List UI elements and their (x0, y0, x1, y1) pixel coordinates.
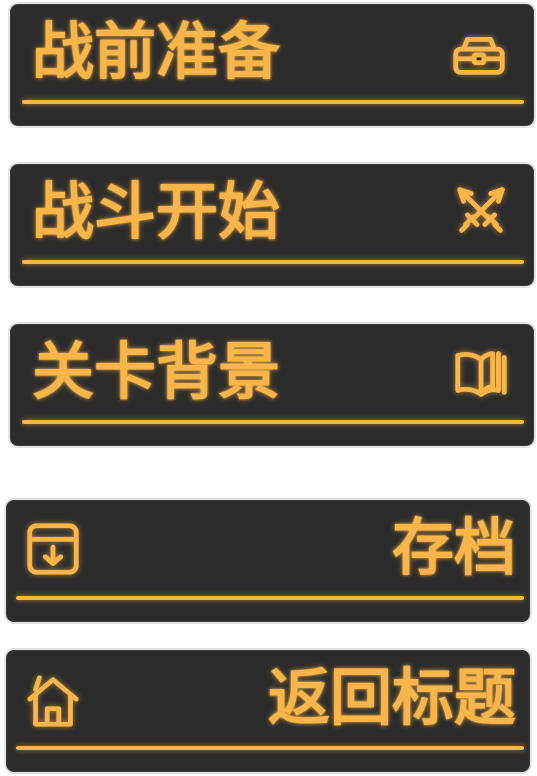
level-background-underline (22, 420, 524, 424)
battle-prep-underline (22, 100, 524, 104)
save-underline (16, 596, 524, 600)
level-background-label: 关卡背景 (32, 335, 281, 408)
save-button[interactable]: 存档 (4, 498, 532, 624)
battle-prep-label: 战前准备 (32, 15, 281, 88)
battle-prep-button[interactable]: 战前准备 (8, 2, 536, 128)
archive-download-icon (22, 518, 84, 580)
return-title-underline (16, 746, 524, 750)
open-book-icon (450, 342, 512, 404)
return-title-button[interactable]: 返回标题 (4, 648, 532, 774)
home-icon (22, 670, 84, 732)
crossed-swords-icon (450, 180, 512, 242)
battle-start-label: 战斗开始 (32, 175, 281, 248)
battle-start-underline (22, 260, 524, 264)
battle-start-button[interactable]: 战斗开始 (8, 162, 536, 288)
return-title-label: 返回标题 (267, 661, 516, 734)
level-background-button[interactable]: 关卡背景 (8, 322, 536, 448)
toolbox-icon (448, 22, 510, 84)
save-label: 存档 (391, 511, 516, 584)
